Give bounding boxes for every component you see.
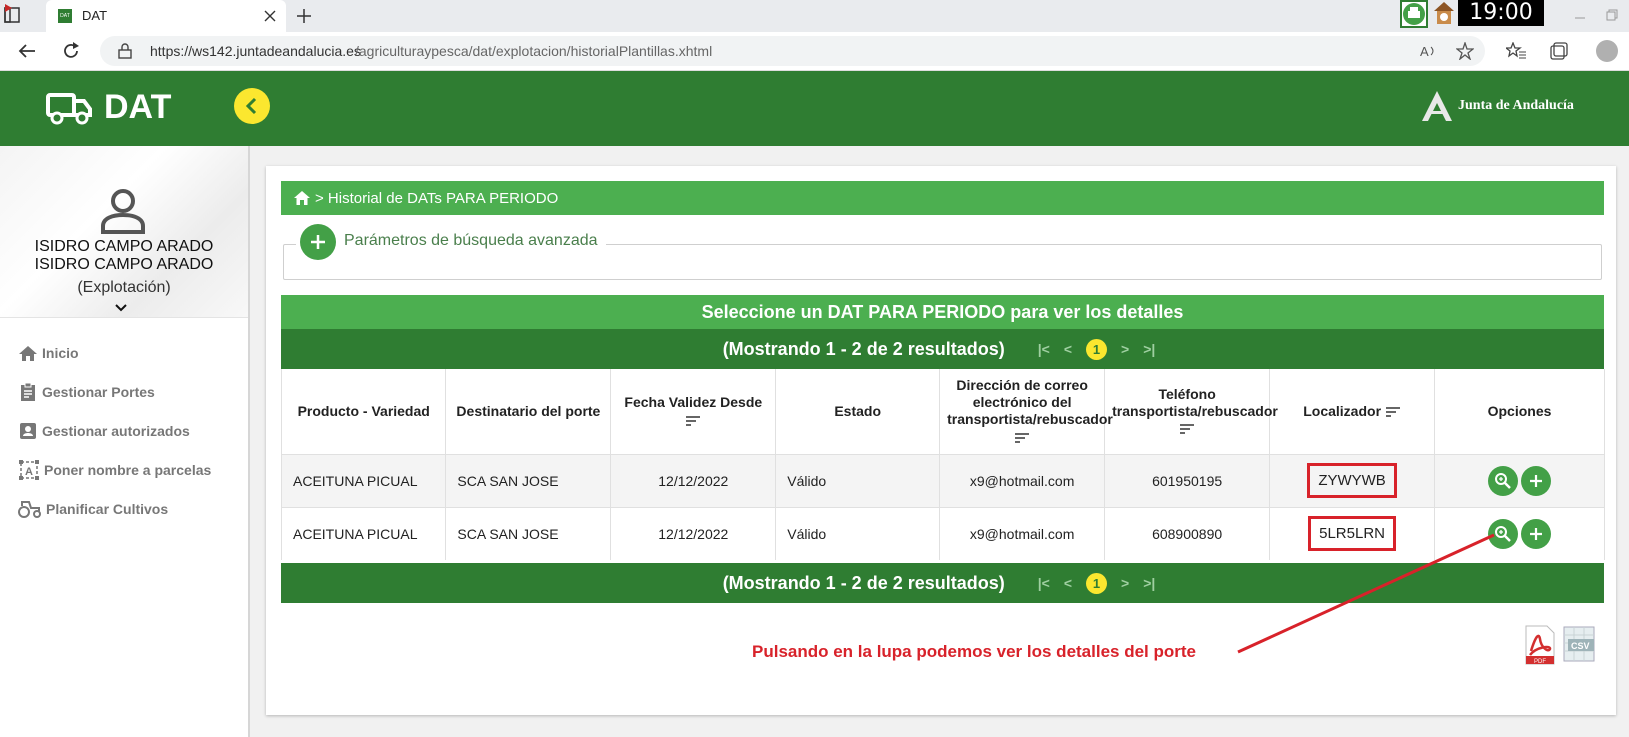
text-frame-icon: A [19, 460, 39, 480]
back-icon[interactable] [18, 42, 36, 65]
cuckoo-clock-icon [1432, 0, 1456, 28]
url-path: /agriculturaypesca/dat/explotacion/histo… [355, 43, 713, 59]
user-name-line1: ISIDRO CAMPO ARADO [34, 238, 214, 255]
nav-label: Gestionar Portes [42, 384, 155, 400]
collections-icon[interactable] [1550, 42, 1568, 65]
browser-tab-bar: DAT DAT 19:00 [0, 0, 1629, 32]
new-tab-icon[interactable] [296, 8, 312, 29]
annotation-arrow [1237, 533, 1495, 654]
nav-label: Gestionar autorizados [42, 423, 190, 439]
chevron-left-icon [245, 97, 257, 115]
nav-label: Poner nombre a parcelas [44, 462, 212, 478]
nav-label: Inicio [42, 345, 79, 361]
nav-item-poner-nombre-parcelas[interactable]: A Poner nombre a parcelas [18, 457, 211, 483]
sidebar: ISIDRO CAMPO ARADO ISIDRO CAMPO ARADO (E… [0, 146, 250, 737]
tractor-icon [18, 501, 41, 518]
svg-text:PDF: PDF [1534, 659, 1546, 665]
brand-name: Junta de Andalucía [1458, 98, 1574, 113]
printer-icon[interactable] [1400, 0, 1428, 28]
nav-item-gestionar-autorizados[interactable]: Gestionar autorizados [18, 418, 190, 444]
main-content: > Historial de DATs PARA PERIODO Parámet… [250, 146, 1629, 737]
favorites-icon[interactable] [1504, 41, 1526, 65]
user-name-line2: ISIDRO CAMPO ARADO [34, 256, 214, 273]
app-title: DAT [104, 88, 172, 126]
app-header: DAT Junta de Andalucía [0, 71, 1629, 146]
truck-icon [46, 91, 92, 130]
clipboard-icon [21, 382, 35, 401]
home-icon [19, 346, 37, 361]
browser-address-bar: https://ws142.juntadeandalucia.es /agric… [0, 32, 1629, 71]
csv-export-icon[interactable]: CSV [1562, 625, 1598, 663]
user-panel: ISIDRO CAMPO ARADO ISIDRO CAMPO ARADO (E… [0, 146, 248, 318]
tab-title: DAT [82, 8, 108, 23]
restore-icon[interactable] [1606, 8, 1618, 26]
reload-icon[interactable] [62, 42, 80, 65]
profile-avatar-icon[interactable] [1596, 40, 1618, 62]
nav-label: Planificar Cultivos [46, 501, 169, 517]
content-card: > Historial de DATs PARA PERIODO Parámet… [266, 166, 1616, 715]
clock-display: 19:00 [1458, 0, 1544, 26]
close-tab-icon[interactable] [264, 9, 276, 27]
annotation-text: Pulsando en la lupa podemos ver los deta… [752, 642, 1197, 661]
svg-text:CSV: CSV [1571, 641, 1590, 651]
url-field[interactable]: https://ws142.juntadeandalucia.es /agric… [100, 36, 1485, 66]
user-role: (Explotación) [77, 279, 171, 296]
url-host: https://ws142.juntadeandalucia.es [150, 43, 361, 59]
pdf-export-icon[interactable]: PDF [1524, 625, 1556, 665]
junta-logo-icon [1420, 89, 1454, 128]
read-aloud-icon[interactable]: A [1420, 43, 1438, 64]
collapse-sidebar-button[interactable] [234, 88, 270, 124]
browser-tab[interactable]: DAT DAT [46, 0, 286, 32]
minimize-icon[interactable] [1574, 10, 1586, 28]
nav-item-planificar-cultivos[interactable]: Planificar Cultivos [18, 496, 168, 522]
user-avatar-icon [100, 188, 146, 239]
tab-favicon: DAT [58, 9, 72, 23]
svg-text:A: A [1420, 44, 1429, 59]
tab-actions-icon[interactable] [4, 4, 22, 24]
nav-item-gestionar-portes[interactable]: Gestionar Portes [18, 379, 155, 405]
add-favorite-icon[interactable] [1455, 40, 1475, 65]
svg-text:A: A [25, 466, 33, 478]
nav-item-inicio[interactable]: Inicio [18, 340, 79, 366]
user-menu-chevron-down-icon[interactable] [114, 300, 128, 318]
contact-icon [20, 423, 36, 439]
lock-icon[interactable] [118, 43, 132, 64]
